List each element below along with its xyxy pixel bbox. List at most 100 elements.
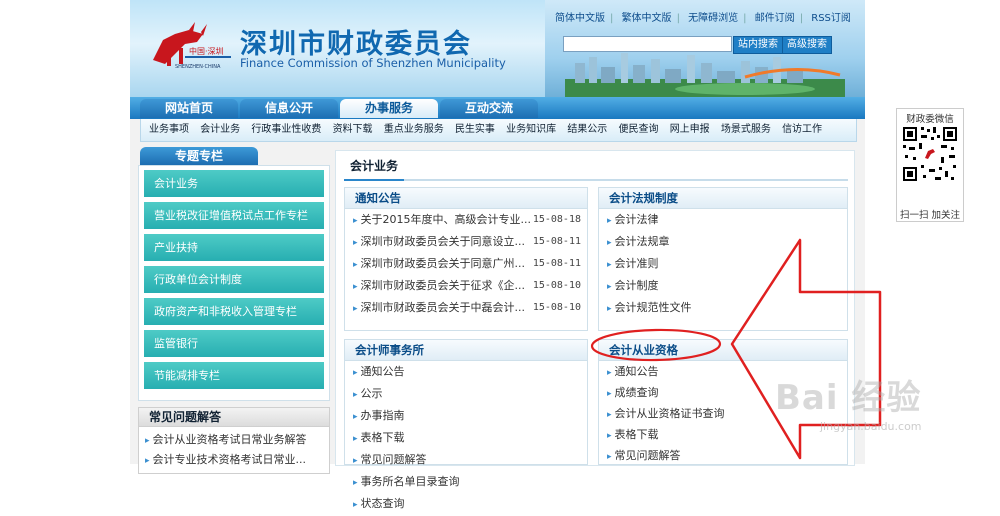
firm-link[interactable]: ▸ 办事指南: [345, 405, 471, 427]
firms-grid: ▸ 通知公告▸ 公示 ▸ 办事指南▸ 表格下载 ▸ 常见问题解答▸ 事务所名单目录查询 ▸ 状…: [345, 361, 587, 515]
firm-link-label: 办事指南: [360, 409, 405, 422]
watermark-logo: Bai 经验: [775, 378, 922, 418]
faq-item-label: 会计专业技术资格考试日常业...: [152, 453, 307, 466]
faq-item[interactable]: ▸ 会计专业技术资格考试日常业...: [145, 450, 323, 470]
search-input[interactable]: [563, 36, 732, 52]
bullet-icon: ▸: [353, 216, 358, 226]
subnav-item[interactable]: 便民查询: [619, 119, 659, 141]
notice-row[interactable]: ▸ 深圳市财政委员会关于征求《企... 15-08-10: [345, 275, 587, 297]
subnav-item[interactable]: 业务知识库: [506, 119, 556, 141]
notice-row[interactable]: ▸ 深圳市财政委员会关于中磊会计... 15-08-10: [345, 297, 587, 319]
notice-date: 15-08-10: [532, 280, 581, 291]
advanced-search-button[interactable]: 高级搜索: [782, 36, 832, 54]
link-rss[interactable]: RSS订阅: [811, 13, 851, 24]
panel-title[interactable]: 会计师事务所: [345, 340, 587, 361]
link-simplified-chinese[interactable]: 简体中文版: [555, 13, 605, 24]
bullet-icon: ▸: [145, 456, 150, 466]
law-row[interactable]: ▸ 会计法律: [599, 209, 847, 231]
bullet-icon: ▸: [353, 500, 358, 510]
sidebar-item-accounting[interactable]: 会计业务: [144, 170, 324, 197]
firm-link[interactable]: ▸ 常见问题解答: [345, 449, 471, 471]
firm-link-label: 表格下载: [360, 431, 405, 444]
subnav-item[interactable]: 重点业务服务: [384, 119, 444, 141]
sidebar-item-vat-reform[interactable]: 营业税改征增值税试点工作专栏: [144, 202, 324, 229]
sidebar-item-industry-support[interactable]: 产业扶持: [144, 234, 324, 261]
firm-link[interactable]: ▸ 事务所名单目录查询: [345, 471, 471, 493]
qualification-row[interactable]: ▸ 常见问题解答: [599, 445, 847, 466]
panel-title[interactable]: 会计法规制度: [599, 188, 847, 209]
bullet-icon: ▸: [607, 282, 612, 292]
faq-item-label: 会计从业资格考试日常业务解答: [152, 433, 307, 446]
law-label: 会计法律: [614, 213, 659, 226]
firm-link[interactable]: ▸ 表格下载: [345, 427, 471, 449]
subnav-item[interactable]: 信访工作: [782, 119, 822, 141]
subnav-item[interactable]: 民生实事: [455, 119, 495, 141]
notice-row[interactable]: ▸ 深圳市财政委员会关于同意广州... 15-08-11: [345, 253, 587, 275]
link-accessible[interactable]: 无障碍浏览: [688, 13, 738, 24]
sidebar-list: 会计业务 营业税改征增值税试点工作专栏 产业扶持 行政单位会计制度 政府资产和非…: [138, 165, 330, 401]
law-label: 会计制度: [614, 279, 659, 292]
divider: |: [610, 13, 614, 24]
notice-title: 深圳市财政委员会关于同意广州...: [360, 257, 526, 270]
subnav-item[interactable]: 会计业务: [200, 119, 240, 141]
qr-title: 财政委微信: [906, 114, 954, 125]
qualification-row[interactable]: ▸ 表格下载: [599, 424, 847, 445]
notice-row[interactable]: ▸ 关于2015年度中、高级会计专业... 15-08-18: [345, 209, 587, 231]
subnav-item[interactable]: 场景式服务: [721, 119, 771, 141]
divider-accent: [344, 179, 404, 181]
link-email-subscribe[interactable]: 邮件订阅: [755, 13, 795, 24]
faq-title: 常见问题解答: [138, 407, 330, 427]
firm-link-label: 状态查询: [360, 497, 405, 510]
notices-panel: 通知公告 ▸ 关于2015年度中、高级会计专业... 15-08-18 ▸ 深圳市财政…: [344, 187, 588, 331]
faq-list: ▸ 会计从业资格考试日常业务解答 ▸ 会计专业技术资格考试日常业...: [138, 427, 330, 474]
law-label: 会计准则: [614, 257, 659, 270]
logo-caption-en: SHENZHEN·CHINA: [175, 64, 221, 70]
subnav-item[interactable]: 结果公示: [567, 119, 607, 141]
divider: [344, 179, 848, 181]
faq-item[interactable]: ▸ 会计从业资格考试日常业务解答: [145, 430, 323, 450]
subnav-item[interactable]: 业务事项: [149, 119, 189, 141]
firm-link[interactable]: ▸ 通知公告: [345, 361, 471, 383]
panel-title[interactable]: 通知公告: [345, 188, 587, 209]
panel-title[interactable]: 会计从业资格: [599, 340, 847, 361]
sidebar-item-supervised-banks[interactable]: 监管银行: [144, 330, 324, 357]
sidebar-title: 专题专栏: [140, 147, 258, 165]
sidebar-item-admin-accounting[interactable]: 行政单位会计制度: [144, 266, 324, 293]
law-row[interactable]: ▸ 会计制度: [599, 275, 847, 297]
subnav-item[interactable]: 行政事业性收费: [251, 119, 321, 141]
bullet-icon: ▸: [607, 410, 612, 420]
divider: |: [743, 13, 747, 24]
sub-nav: 业务事项 会计业务 行政事业性收费 资料下载 重点业务服务 民生实事 业务知识库…: [140, 119, 857, 142]
qualification-label: 成绩查询: [614, 386, 659, 399]
notice-date: 15-08-10: [532, 302, 581, 313]
nav-services[interactable]: 办事服务: [340, 99, 438, 118]
firm-link[interactable]: ▸ 公示: [345, 383, 471, 405]
nav-home[interactable]: 网站首页: [140, 99, 238, 118]
wechat-qr-box: 财政委微信 扫一扫 加关注: [896, 108, 964, 222]
sidebar-item-gov-assets[interactable]: 政府资产和非税收入管理专栏: [144, 298, 324, 325]
firm-link-label: 常见问题解答: [360, 453, 427, 466]
subnav-item[interactable]: 网上申报: [670, 119, 710, 141]
bull-logo-icon: 中国·深圳 SHENZHEN·CHINA: [153, 22, 231, 70]
law-row[interactable]: ▸ 会计规范性文件: [599, 297, 847, 319]
qr-code-image: [901, 125, 959, 183]
bullet-icon: ▸: [353, 260, 358, 270]
subnav-item[interactable]: 资料下载: [333, 119, 373, 141]
nav-info-disclosure[interactable]: 信息公开: [240, 99, 338, 118]
notice-row[interactable]: ▸ 深圳市财政委员会关于同意设立... 15-08-11: [345, 231, 587, 253]
qualification-label: 常见问题解答: [614, 449, 681, 462]
notice-title: 深圳市财政委员会关于中磊会计...: [360, 301, 526, 314]
firm-link[interactable]: ▸ 状态查询: [345, 493, 471, 515]
bullet-icon: ▸: [353, 368, 358, 378]
nav-interaction[interactable]: 互动交流: [440, 99, 538, 118]
firm-link-label: 事务所名单目录查询: [360, 475, 460, 488]
law-row[interactable]: ▸ 会计法规章: [599, 231, 847, 253]
bullet-icon: ▸: [353, 456, 358, 466]
sidebar-item-energy-saving[interactable]: 节能减排专栏: [144, 362, 324, 389]
firm-link-label: 公示: [360, 387, 383, 400]
bullet-icon: ▸: [607, 431, 612, 441]
qualification-label: 通知公告: [614, 365, 659, 378]
link-traditional-chinese[interactable]: 繁体中文版: [622, 13, 672, 24]
site-search-button[interactable]: 站内搜索: [733, 36, 783, 54]
law-row[interactable]: ▸ 会计准则: [599, 253, 847, 275]
